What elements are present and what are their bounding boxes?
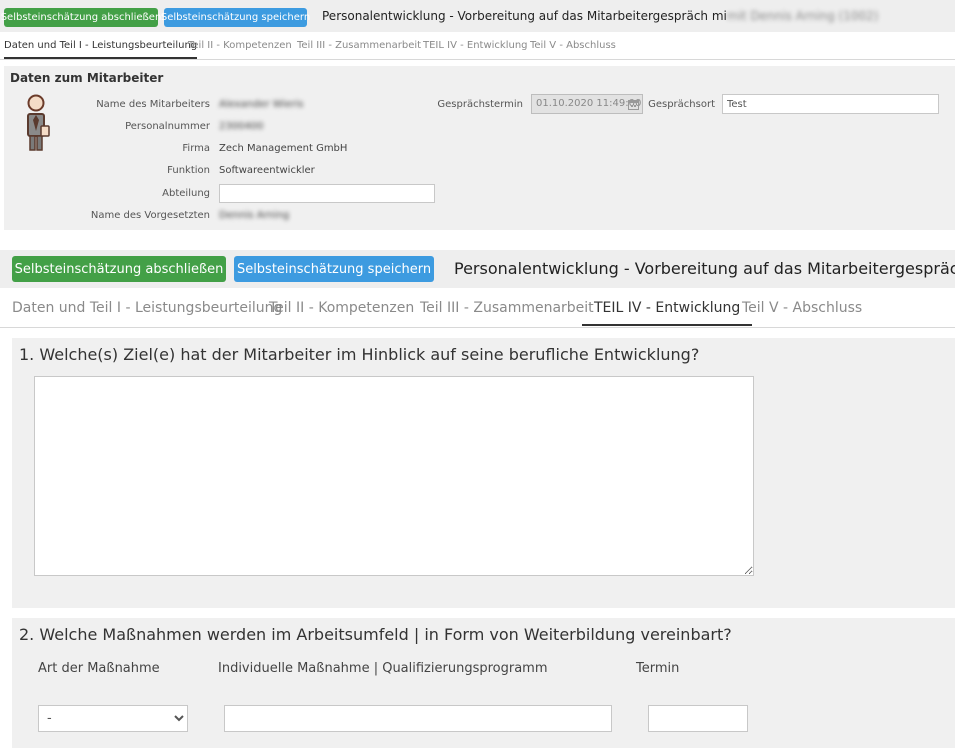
meeting-date-label: Gesprächstermin [437, 99, 523, 110]
tab-part4[interactable]: TEIL IV - Entwicklung [582, 300, 753, 326]
measure-type-header: Art der Maßnahme [38, 661, 160, 676]
department-input[interactable] [219, 184, 435, 203]
employee-name-label: Name des Mitarbeiters [96, 99, 210, 110]
personnel-number-label: Personalnummer [125, 121, 210, 132]
page-title-employee: mit Dennis Arning (1002) [726, 9, 879, 23]
company-value: Zech Management GmbH [219, 143, 348, 154]
tab-part5[interactable]: Teil V - Abschluss [742, 300, 862, 316]
meeting-date-field: 01.10.2020 11:49:00 [531, 94, 643, 114]
page-title: Personalentwicklung - Vorbereitung auf d… [322, 9, 878, 23]
individual-measure-header: Individuelle Maßnahme | Qualifizierungsp… [218, 661, 548, 676]
measure-date-input[interactable] [648, 705, 748, 732]
tab-data-part1[interactable]: Daten und Teil I - Leistungsbeurteilung [12, 300, 282, 316]
tab-top-part5[interactable]: Teil V - Abschluss [530, 40, 616, 51]
supervisor-label: Name des Vorgesetzten [90, 210, 210, 221]
measure-type-select[interactable]: - [38, 705, 188, 732]
supervisor-value: Dennis Arning [219, 210, 290, 221]
function-value: Softwareentwickler [219, 165, 315, 176]
department-label: Abteilung [162, 188, 210, 199]
employee-section-title: Daten zum Mitarbeiter [10, 71, 164, 85]
employee-data-panel [4, 66, 955, 230]
tab-top-part2[interactable]: Teil II - Kompetenzen [188, 40, 292, 51]
function-label: Funktion [167, 165, 210, 176]
employee-person-icon [27, 94, 50, 151]
tab-part3[interactable]: Teil III - Zusammenarbeit [420, 300, 594, 316]
meeting-location-input[interactable] [722, 94, 939, 114]
tab-top-part3[interactable]: Teil III - Zusammenarbeit [297, 40, 421, 51]
section-divider [0, 230, 955, 250]
tab-part2[interactable]: Teil II - Kompetenzen [269, 300, 414, 316]
company-label: Firma [182, 143, 210, 154]
page-title-large: Personalentwicklung - Vorbereitung auf d… [454, 259, 955, 278]
calendar-icon [628, 100, 639, 110]
finish-self-assessment-button-large[interactable]: Selbsteinschätzung abschließen [12, 256, 226, 282]
page-title-text: Personalentwicklung - Vorbereitung auf d… [322, 9, 727, 23]
question1-title: 1. Welche(s) Ziel(e) hat der Mitarbeiter… [19, 345, 700, 364]
employee-name-value: Alexander Wieris [219, 99, 304, 110]
tab-top-data-part1[interactable]: Daten und Teil I - Leistungsbeurteilung [4, 40, 198, 59]
meeting-date-value: 01.10.2020 11:49:00 [536, 98, 642, 109]
save-self-assessment-button-large[interactable]: Selbsteinschätzung speichern [234, 256, 434, 282]
save-self-assessment-button[interactable]: Selbsteinschätzung speichern [161, 8, 310, 27]
question1-textarea[interactable] [34, 376, 754, 576]
question2-title: 2. Welche Maßnahmen werden im Arbeitsumf… [19, 625, 732, 644]
date-header: Termin [636, 661, 680, 676]
tab-top-part4[interactable]: TEIL IV - Entwicklung [423, 40, 528, 51]
personnel-number-value: 2300400 [219, 121, 264, 132]
meeting-location-label: Gesprächsort [648, 99, 715, 110]
finish-self-assessment-button[interactable]: Selbsteinschätzung abschließen [1, 8, 161, 27]
individual-measure-input[interactable] [224, 705, 612, 732]
